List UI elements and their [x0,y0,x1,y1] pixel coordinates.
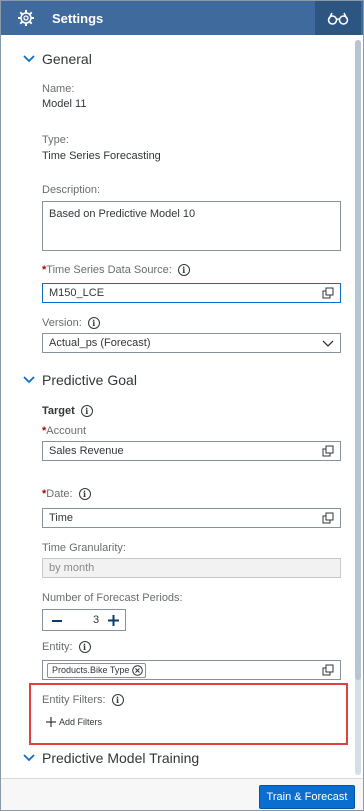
page-title: Settings [52,11,104,26]
entity-token-label: Products.Bike Type [52,665,130,675]
add-filters-label: Add Filters [59,717,103,727]
value-help-icon[interactable] [322,287,334,299]
settings-header: Settings [1,1,363,35]
description-field[interactable]: Based on Predictive Model 10 [42,201,341,251]
datasource-value: M150_LCE [49,287,105,299]
periods-stepper[interactable]: 3 [42,609,126,631]
section-general-title: General [42,51,92,67]
chevron-down-icon [23,376,35,384]
version-value: Actual_ps (Forecast) [49,337,151,349]
name-value: Model 11 [42,98,87,110]
info-icon[interactable]: i [78,641,91,654]
entity-input[interactable]: Products.Bike Type [42,660,341,680]
account-value: Sales Revenue [49,445,124,457]
settings-content: General Name: Model 11 Type: Time Series… [0,35,352,778]
plus-icon[interactable] [107,614,120,627]
chevron-down-icon [322,340,334,347]
section-predictive-goal[interactable]: Predictive Goal [22,372,137,388]
target-label-row: Target i [42,405,93,418]
entity-filters-highlight [29,683,348,745]
info-icon[interactable]: i [177,264,190,277]
scrollbar-thumb[interactable] [355,40,361,680]
gear-icon[interactable] [17,9,35,27]
periods-label: Number of Forecast Periods: [42,592,183,604]
minus-icon[interactable] [51,615,63,627]
target-label: Target [42,405,75,417]
name-label: Name: [42,83,75,95]
scrollbar[interactable] [355,40,361,775]
info-icon[interactable]: i [87,317,100,330]
date-label: Date: [46,488,73,500]
info-icon[interactable]: i [80,405,93,418]
entity-label: Entity: [42,641,73,653]
granularity-input: by month [42,558,341,578]
section-predictive-goal-title: Predictive Goal [42,372,137,388]
granularity-placeholder: by month [49,562,95,574]
version-label-row: Version: i [42,317,100,330]
datasource-label-row: *Time Series Data Source: i [42,264,190,277]
glasses-icon [327,12,349,25]
entity-token[interactable]: Products.Bike Type [47,663,147,678]
entity-filters-label: Entity Filters: [42,694,106,706]
description-label: Description: [42,184,101,196]
periods-value[interactable]: 3 [93,614,99,626]
account-label: Account [46,425,87,437]
entity-filters-label-row: Entity Filters: i [42,694,124,707]
section-model-training[interactable]: Predictive Model Training [22,750,199,766]
granularity-label: Time Granularity: [42,542,126,554]
type-value: Time Series Forecasting [42,150,161,162]
entity-label-row: Entity: i [42,641,91,654]
value-help-icon[interactable] [322,512,334,524]
plus-icon [46,717,56,727]
datasource-input[interactable]: M150_LCE [42,283,341,303]
train-forecast-button[interactable]: Train & Forecast [259,785,355,809]
version-label: Version: [42,317,82,329]
version-select[interactable]: Actual_ps (Forecast) [42,333,341,353]
date-label-row: *Date: i [42,488,91,501]
account-label-row: *Account [42,425,86,437]
value-help-icon[interactable] [322,445,334,457]
chevron-down-icon [23,754,35,762]
add-filters-button[interactable]: Add Filters [46,717,102,727]
date-input[interactable]: Time [42,508,341,528]
footer-bar: Train & Forecast [1,778,363,810]
info-icon[interactable]: i [78,488,91,501]
section-model-training-title: Predictive Model Training [42,750,200,766]
account-input[interactable]: Sales Revenue [42,441,341,461]
type-label: Type: [42,134,69,146]
section-general[interactable]: General [22,51,92,67]
preview-button[interactable] [315,1,361,35]
value-help-icon[interactable] [322,664,334,676]
remove-token-icon[interactable] [132,665,144,676]
datasource-label: Time Series Data Source: [46,264,172,276]
info-icon[interactable]: i [111,694,124,707]
date-value: Time [49,512,74,524]
chevron-down-icon [23,55,35,63]
